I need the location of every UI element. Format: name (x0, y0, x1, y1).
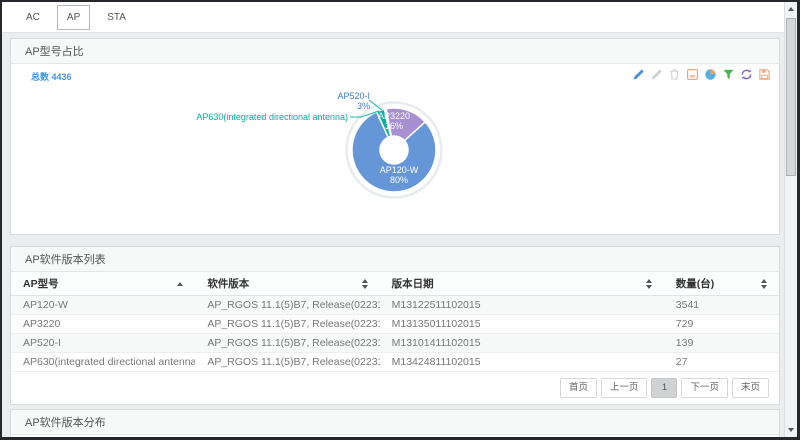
panel-title-ap-version-list: AP软件版本列表 (11, 247, 779, 272)
tab-ac[interactable]: AC (16, 2, 50, 32)
sort-icon (646, 279, 652, 289)
page-prev-button[interactable]: 上一页 (601, 378, 648, 398)
pie-chart-icon[interactable] (704, 68, 717, 81)
distribution-chart-body (11, 435, 779, 437)
panel-ap-model-ratio: AP型号占比 总数 4436 AP3220 16% AP120-W (10, 38, 780, 235)
page-content: AP型号占比 总数 4436 AP3220 16% AP120-W (10, 33, 780, 437)
sort-asc-icon (177, 282, 183, 286)
donut-chart[interactable] (334, 90, 454, 210)
edit-disabled-icon (650, 68, 663, 81)
app-window: AC AP STA AP型号占比 总数 4436 AP3220 (2, 2, 797, 437)
column-header-software-version[interactable]: 软件版本 (195, 272, 379, 296)
version-table-body: AP120-WAP_RGOS 11.1(5)B7, Release(022310… (11, 296, 779, 372)
edit-icon[interactable] (632, 68, 645, 81)
table-row[interactable]: AP3220AP_RGOS 11.1(5)B7, Release(0223101… (11, 315, 779, 334)
table-row[interactable]: AP520-IAP_RGOS 11.1(5)B7, Release(022310… (11, 334, 779, 353)
save-icon[interactable] (758, 68, 771, 81)
down-arrow-icon (788, 428, 794, 432)
tab-sta[interactable]: STA (97, 2, 136, 32)
up-arrow-icon (788, 7, 794, 11)
tab-bar: AC AP STA (2, 2, 797, 33)
total-count-link[interactable]: 总数 4436 (31, 70, 72, 83)
pagination: 首页 上一页 1 下一页 末页 (11, 372, 779, 404)
panel-title-ap-model-ratio: AP型号占比 (11, 39, 779, 64)
filter-icon[interactable] (722, 68, 735, 81)
table-row[interactable]: AP630(integrated directional antenna)AP_… (11, 353, 779, 372)
table-row[interactable]: AP120-WAP_RGOS 11.1(5)B7, Release(022310… (11, 296, 779, 315)
vertical-scrollbar[interactable] (784, 2, 797, 437)
panel-title-text: AP软件版本分布 (25, 414, 106, 430)
page-last-button[interactable]: 末页 (732, 378, 769, 398)
chart-toolbar (632, 68, 771, 81)
column-header-version-date[interactable]: 版本日期 (380, 272, 664, 296)
scroll-down-button[interactable] (785, 423, 797, 437)
page-next-button[interactable]: 下一页 (681, 378, 728, 398)
scroll-up-button[interactable] (785, 2, 797, 16)
card-icon[interactable] (686, 68, 699, 81)
delete-icon (668, 68, 681, 81)
pie-label-ap630: AP630(integrated directional antenna) (196, 112, 348, 122)
sort-icon (362, 279, 368, 289)
column-header-ap-model[interactable]: AP型号 (11, 272, 195, 296)
column-header-quantity[interactable]: 数量(台) (664, 272, 779, 296)
panel-ap-version-distribution: AP软件版本分布 (10, 409, 780, 437)
panel-title-text: AP型号占比 (25, 43, 84, 59)
panel-ap-version-list: AP软件版本列表 AP型号 软件版本 版本日期 (10, 246, 780, 405)
page-number-button[interactable]: 1 (651, 378, 677, 398)
ap-model-chart-body: 总数 4436 AP3220 16% AP120-W 80% (11, 64, 779, 234)
sort-icon (761, 279, 767, 289)
scrollbar-thumb[interactable] (786, 18, 796, 176)
panel-title-text: AP软件版本列表 (25, 251, 106, 267)
panel-title-ap-version-distribution: AP软件版本分布 (11, 410, 779, 435)
refresh-icon[interactable] (740, 68, 753, 81)
ap-version-table: AP型号 软件版本 版本日期 数量(台) AP120-WAP_RGOS 11. (11, 272, 779, 372)
tab-ap[interactable]: AP (57, 5, 90, 30)
page-first-button[interactable]: 首页 (560, 378, 597, 398)
